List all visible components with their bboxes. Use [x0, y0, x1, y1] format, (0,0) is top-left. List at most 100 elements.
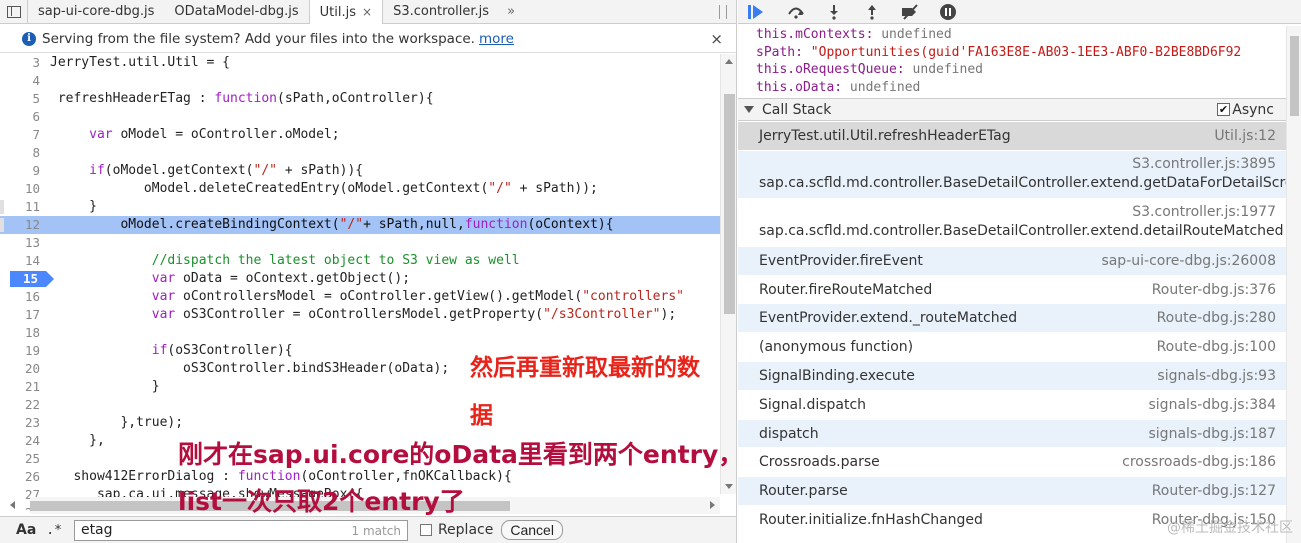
- frame-location-link[interactable]: Route-dbg.js:280: [1157, 310, 1276, 326]
- call-frame[interactable]: Router.fireRouteMatched Router-dbg.js:376: [738, 276, 1286, 305]
- call-frame[interactable]: Signal.dispatch signals-dbg.js:384: [738, 391, 1286, 420]
- step-over-button[interactable]: [784, 2, 808, 22]
- close-icon[interactable]: ×: [362, 5, 372, 19]
- code-line[interactable]: 12 oModel.createBindingContext("/"+ sPat…: [0, 216, 720, 234]
- line-number[interactable]: 19: [0, 342, 42, 360]
- call-stack-header[interactable]: Call Stack ✔ Async: [738, 98, 1286, 121]
- scroll-down-icon[interactable]: [725, 484, 733, 489]
- async-checkbox[interactable]: ✔: [1217, 103, 1230, 116]
- frame-location-link[interactable]: signals-dbg.js:93: [1157, 368, 1276, 384]
- frame-location-link[interactable]: Util.js:12: [1214, 128, 1276, 144]
- line-number[interactable]: 25: [0, 450, 42, 468]
- line-number[interactable]: 10: [0, 180, 42, 198]
- call-frame[interactable]: sap.ca.scfld.md.controller.BaseDetailCon…: [738, 150, 1301, 199]
- tab-sap-ui-core-dbg[interactable]: sap-ui-core-dbg.js: [28, 0, 164, 24]
- match-case-toggle[interactable]: Aa: [16, 522, 36, 538]
- search-input[interactable]: etag 1 match: [73, 519, 408, 541]
- frame-location-link[interactable]: S3.controller.js:3895: [1132, 156, 1276, 172]
- code-line[interactable]: 15 var oData = oContext.getObject();: [0, 270, 720, 288]
- code-line[interactable]: 6: [0, 108, 720, 126]
- pause-on-exceptions-button[interactable]: [936, 2, 960, 22]
- toggle-navigator-icon[interactable]: [0, 0, 28, 24]
- frame-location-link[interactable]: signals-dbg.js:187: [1149, 426, 1277, 442]
- toggle-debugger-icon[interactable]: [719, 5, 727, 19]
- code-line[interactable]: 9 if(oModel.getContext("/" + sPath)){: [0, 162, 720, 180]
- scroll-right-icon[interactable]: [710, 501, 715, 509]
- line-number[interactable]: 24: [0, 432, 42, 450]
- step-out-button[interactable]: [860, 2, 884, 22]
- call-frame[interactable]: sap.ca.scfld.md.controller.BaseDetailCon…: [738, 199, 1286, 247]
- line-number[interactable]: 6: [0, 108, 42, 126]
- frame-location-link[interactable]: Router-dbg.js:127: [1152, 483, 1276, 499]
- code-line[interactable]: 23 },true);: [0, 414, 720, 432]
- scope-variable[interactable]: this.oData: undefined: [738, 79, 1286, 97]
- line-number[interactable]: 12: [0, 216, 42, 234]
- line-number[interactable]: 20: [0, 360, 42, 378]
- tab-s3-controller[interactable]: S3.controller.js: [383, 0, 499, 24]
- regex-toggle[interactable]: .*: [46, 523, 62, 538]
- line-number[interactable]: 18: [0, 324, 42, 342]
- cancel-button[interactable]: Cancel: [501, 520, 563, 540]
- call-frame[interactable]: EventProvider.extend._routeMatched Route-…: [738, 304, 1286, 334]
- resume-button[interactable]: [746, 2, 770, 22]
- line-number[interactable]: 4: [0, 72, 42, 90]
- editor-vertical-scrollbar[interactable]: [720, 54, 736, 494]
- code-line[interactable]: 11 }: [0, 198, 720, 216]
- line-number[interactable]: 8: [0, 144, 42, 162]
- infobar-more-link[interactable]: more: [479, 31, 514, 47]
- line-number[interactable]: 21: [0, 378, 42, 396]
- scope-variable[interactable]: this.oRequestQueue: undefined: [738, 61, 1286, 79]
- replace-checkbox[interactable]: [419, 524, 432, 536]
- line-number[interactable]: 16: [0, 288, 42, 306]
- scroll-left-icon[interactable]: [10, 501, 15, 509]
- deactivate-breakpoints-button[interactable]: [898, 2, 922, 22]
- scope-variable[interactable]: this.mContexts: undefined: [738, 26, 1286, 44]
- line-number[interactable]: 7: [0, 126, 42, 144]
- call-frame[interactable]: Router.parse Router-dbg.js:127: [738, 477, 1286, 506]
- scope-variable[interactable]: sPath: "Opportunities(guid'FA163E8E-AB03…: [738, 44, 1286, 62]
- line-number[interactable]: 26: [0, 468, 42, 486]
- close-icon[interactable]: ×: [710, 30, 723, 48]
- call-frame[interactable]: (anonymous function) Route-dbg.js:100: [738, 333, 1286, 362]
- line-number[interactable]: 11: [0, 198, 42, 216]
- frame-location-link[interactable]: Route-dbg.js:100: [1157, 339, 1276, 355]
- step-into-button[interactable]: [822, 2, 846, 22]
- call-frame[interactable]: dispatch signals-dbg.js:187: [738, 419, 1286, 449]
- code-line[interactable]: 10 oModel.deleteCreatedEntry(oModel.getC…: [0, 180, 720, 198]
- code-line[interactable]: 5 refreshHeaderETag : function(sPath,oCo…: [0, 90, 720, 108]
- frame-location-link[interactable]: crossroads-dbg.js:186: [1122, 454, 1276, 470]
- more-tabs-icon[interactable]: »: [499, 4, 523, 19]
- line-number[interactable]: 22: [0, 396, 42, 414]
- line-number[interactable]: 23: [0, 414, 42, 432]
- frame-location-link[interactable]: signals-dbg.js:384: [1149, 397, 1277, 413]
- line-number[interactable]: 3: [0, 54, 42, 72]
- code-line[interactable]: 17 var oS3Controller = oControllersModel…: [0, 306, 720, 324]
- frame-location-link[interactable]: S3.controller.js:1977: [1132, 204, 1276, 220]
- scroll-up-icon[interactable]: [725, 59, 733, 64]
- tab-odatamodel-dbg[interactable]: ODataModel-dbg.js: [164, 0, 308, 24]
- frame-location-link[interactable]: sap-ui-core-dbg.js:26008: [1101, 253, 1276, 269]
- code-line[interactable]: 18: [0, 324, 720, 342]
- code-line[interactable]: 22: [0, 396, 720, 414]
- code-line[interactable]: 13: [0, 234, 720, 252]
- call-frame[interactable]: EventProvider.fireEvent sap-ui-core-dbg.j…: [738, 246, 1286, 276]
- line-number[interactable]: 17: [0, 306, 42, 324]
- code-line[interactable]: 3 JerryTest.util.Util = {: [0, 54, 720, 72]
- code-line[interactable]: 8: [0, 144, 720, 162]
- code-line[interactable]: 16 var oControllersModel = oController.g…: [0, 288, 720, 306]
- code-line[interactable]: 7 var oModel = oController.oModel;: [0, 126, 720, 144]
- code-line[interactable]: 14 //dispatch the latest object to S3 vi…: [0, 252, 720, 270]
- scroll-thumb[interactable]: [1290, 36, 1299, 116]
- line-number[interactable]: 13: [0, 234, 42, 252]
- frame-location-link[interactable]: Router-dbg.js:376: [1152, 282, 1276, 298]
- line-number[interactable]: 15: [0, 270, 54, 288]
- call-frame[interactable]: JerryTest.util.Util.refreshHeaderETag Uti…: [738, 122, 1286, 151]
- tab-util-js[interactable]: Util.js ×: [308, 0, 384, 24]
- scroll-thumb[interactable]: [724, 94, 735, 314]
- call-frame[interactable]: Crossroads.parse crossroads-dbg.js:186: [738, 448, 1286, 478]
- debugger-vertical-scrollbar[interactable]: [1286, 26, 1301, 543]
- code-line[interactable]: 4: [0, 72, 720, 90]
- line-number[interactable]: 9: [0, 162, 42, 180]
- line-number[interactable]: 14: [0, 252, 42, 270]
- call-frame[interactable]: SignalBinding.execute signals-dbg.js:93: [738, 361, 1286, 391]
